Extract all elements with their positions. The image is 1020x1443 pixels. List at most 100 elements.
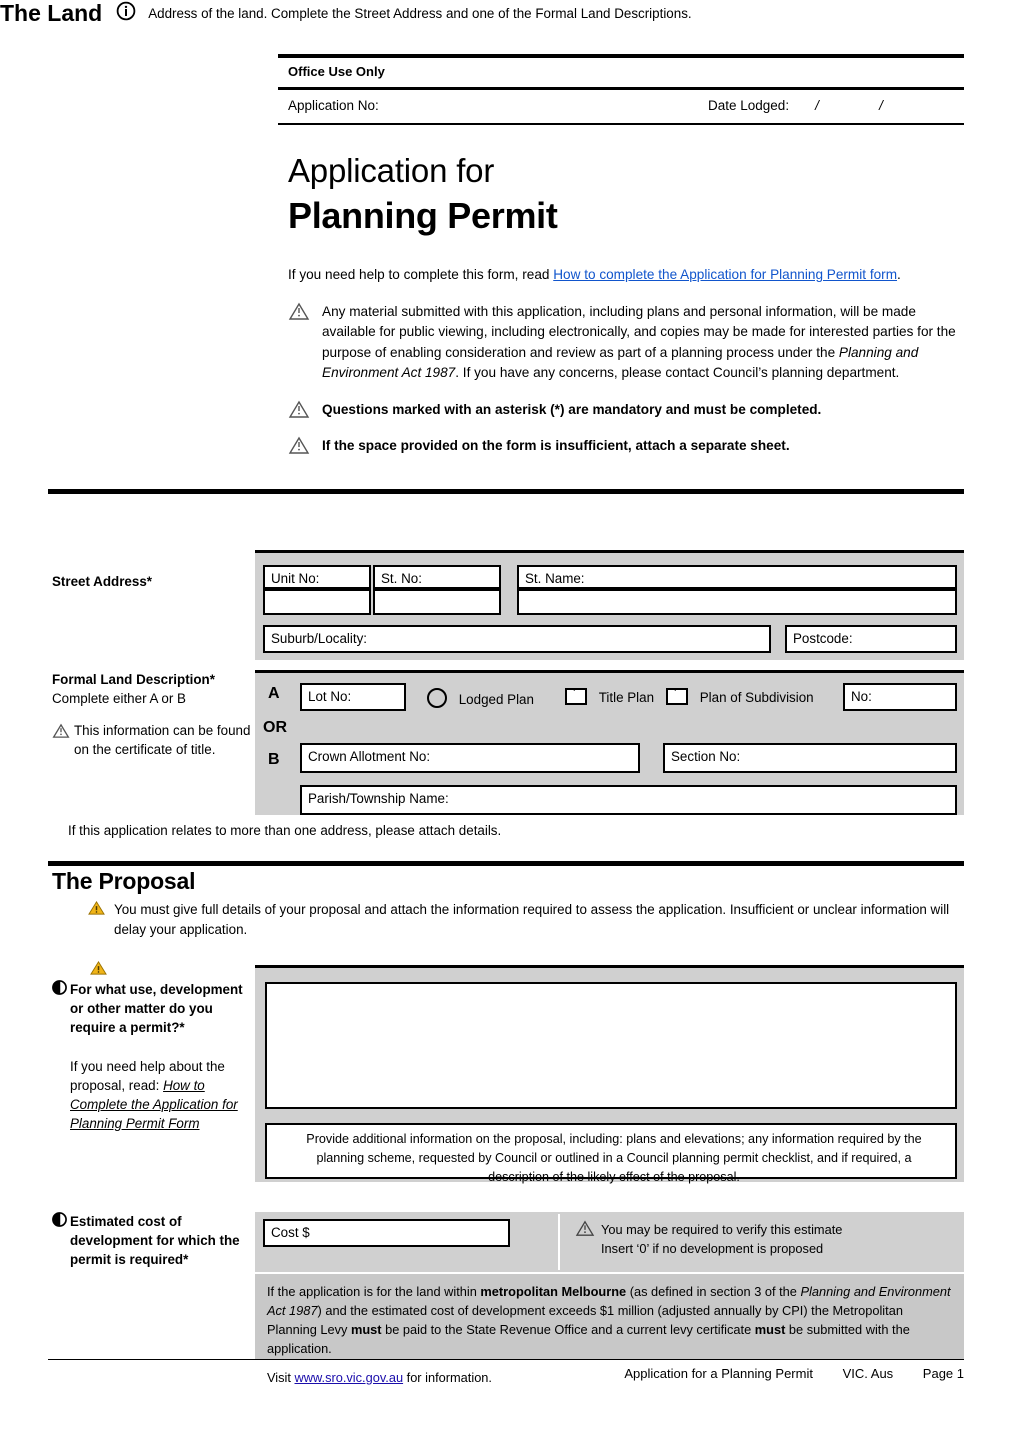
cost-q-line3: permit is required* bbox=[70, 1252, 189, 1267]
cost-q-line2: development for which the bbox=[70, 1233, 240, 1248]
formal-land-description-block: Formal Land Description* Complete either… bbox=[52, 670, 252, 759]
lodged-plan-label: Lodged Plan bbox=[458, 692, 534, 707]
levy-bold-must-1: must bbox=[350, 1322, 382, 1337]
question-use-development-label: For what use, development or other matte… bbox=[52, 980, 252, 1133]
proposal-warning-note: You must give full details of your propo… bbox=[88, 900, 958, 939]
help-suffix: . bbox=[897, 267, 901, 282]
cost-q-line1: Estimated cost of bbox=[70, 1214, 182, 1229]
title-plan-label: Title Plan bbox=[598, 690, 655, 705]
proposal-additional-info-text: Provide additional information on the pr… bbox=[306, 1132, 922, 1184]
note-mandatory-text: Questions marked with an asterisk (*) ar… bbox=[322, 401, 822, 417]
q1-line3: require a permit?* bbox=[70, 1020, 185, 1035]
info-circle-icon bbox=[116, 1, 136, 26]
formal-land-description-table: A OR B Lot No: Lodged Plan Title Plan Pl… bbox=[255, 670, 964, 815]
street-address-label: Street Address* bbox=[52, 574, 152, 589]
levy-a: If the application is for the land withi… bbox=[267, 1284, 481, 1299]
planning-permit-form-page: Office Use Only Application No: Date Lod… bbox=[0, 0, 1020, 1443]
parish-township-input[interactable]: Parish/Township Name: bbox=[300, 785, 957, 815]
question-use-row: For what use, development or other matte… bbox=[52, 980, 252, 1037]
cost-verify-note: You may be required to verify this estim… bbox=[575, 1220, 955, 1258]
divider-title bbox=[278, 123, 964, 125]
metropolitan-levy-band: If the application is for the land withi… bbox=[255, 1274, 964, 1385]
question-cost-row: Estimated cost of development for which … bbox=[52, 1212, 257, 1269]
title-line-2: Planning Permit bbox=[288, 195, 558, 236]
office-use-fields: Application No: Date Lodged: / / bbox=[278, 90, 964, 123]
warning-triangle-yellow-icon bbox=[90, 960, 107, 981]
more-than-one-address-note: If this application relates to more than… bbox=[68, 823, 502, 838]
section-heading-proposal: The Proposal bbox=[52, 868, 196, 894]
levy-b: (as defined in section 3 of the bbox=[626, 1284, 801, 1299]
plan-no-input[interactable]: No: bbox=[843, 683, 957, 711]
street-address-table: Unit No: St. No: St. Name: Suburb/Locali… bbox=[255, 550, 964, 660]
suburb-locality-input[interactable]: Suburb/Locality: bbox=[263, 625, 771, 653]
street-no-input[interactable] bbox=[373, 589, 501, 615]
date-lodged-label: Date Lodged: bbox=[708, 98, 790, 113]
title-plan-option[interactable]: Title Plan bbox=[565, 685, 655, 705]
footer-region: VIC. Aus bbox=[842, 1366, 894, 1381]
warning-triangle-yellow-icon bbox=[88, 900, 114, 939]
plan-of-subdivision-option[interactable]: Plan of Subdivision bbox=[666, 685, 814, 705]
q1-line2: or other matter do you bbox=[70, 1001, 213, 1016]
date-slash-2: / bbox=[879, 98, 883, 113]
warning-triangle-icon bbox=[575, 1220, 601, 1258]
question-use-help: If you need help about the proposal, rea… bbox=[52, 1057, 252, 1133]
cost-verify-line2: Insert ‘0’ if no development is proposed bbox=[601, 1241, 824, 1256]
checkbox-icon[interactable] bbox=[666, 685, 688, 705]
section-divider-proposal bbox=[48, 861, 964, 866]
option-a-marker: A bbox=[268, 685, 280, 702]
cost-table-vertical-divider bbox=[558, 1214, 560, 1270]
title-line-1: Application for bbox=[288, 152, 495, 189]
formal-land-description-note: This information can be found on the cer… bbox=[74, 723, 251, 757]
proposal-warning-text: You must give full details of your propo… bbox=[114, 902, 950, 937]
warning-triangle-icon bbox=[52, 721, 74, 759]
cost-input[interactable]: Cost $ bbox=[263, 1219, 510, 1247]
form-title: Application for Planning Permit bbox=[288, 150, 978, 239]
intro-block: If you need help to complete this form, … bbox=[288, 265, 968, 457]
section-divider-land bbox=[48, 489, 964, 494]
radio-circle-icon[interactable] bbox=[427, 688, 447, 708]
office-use-title: Office Use Only bbox=[288, 64, 385, 79]
date-slash-1: / bbox=[815, 98, 819, 113]
proposal-description-textarea[interactable] bbox=[265, 982, 957, 1109]
note-mandatory: Questions marked with an asterisk (*) ar… bbox=[288, 400, 968, 421]
levy-d: be paid to the State Revenue Office and … bbox=[381, 1322, 755, 1337]
footer-doc-title: Application for a Planning Permit bbox=[624, 1366, 813, 1381]
question-use-text: For what use, development or other matte… bbox=[70, 980, 243, 1037]
note-privacy-text: Any material submitted with this applica… bbox=[322, 302, 968, 384]
plan-of-subdivision-label: Plan of Subdivision bbox=[699, 690, 814, 705]
section-no-input[interactable]: Section No: bbox=[663, 743, 957, 773]
page-footer: Application for a Planning Permit VIC. A… bbox=[48, 1366, 964, 1381]
warning-triangle-icon bbox=[288, 302, 322, 321]
question-estimated-cost-label: Estimated cost of development for which … bbox=[52, 1212, 257, 1269]
help-prefix: If you need help to complete this form, … bbox=[288, 267, 554, 282]
footer-page-number: Page 1 bbox=[922, 1366, 964, 1381]
proposal-table: Provide additional information on the pr… bbox=[255, 965, 964, 1184]
note-separate-sheet: If the space provided on the form is ins… bbox=[288, 436, 968, 457]
lodged-plan-option[interactable]: Lodged Plan bbox=[427, 688, 534, 708]
how-to-complete-link[interactable]: How to complete the Application for Plan… bbox=[553, 267, 897, 282]
note-privacy: Any material submitted with this applica… bbox=[288, 302, 968, 384]
postcode-input[interactable]: Postcode: bbox=[785, 625, 957, 653]
checkbox-icon[interactable] bbox=[565, 685, 587, 705]
land-subtitle: Address of the land. Complete the Street… bbox=[148, 6, 692, 21]
levy-paragraph: If the application is for the land withi… bbox=[267, 1282, 952, 1358]
street-name-input[interactable] bbox=[517, 589, 957, 615]
warning-triangle-icon bbox=[288, 400, 322, 419]
half-circle-icon bbox=[52, 1212, 70, 1269]
cost-verify-line1: You may be required to verify this estim… bbox=[601, 1222, 843, 1237]
note-separate-sheet-text: If the space provided on the form is ins… bbox=[322, 438, 790, 453]
formal-land-description-sub: Complete either A or B bbox=[52, 691, 186, 706]
or-marker: OR bbox=[263, 719, 287, 736]
unit-no-input[interactable] bbox=[263, 589, 371, 615]
lot-no-input[interactable]: Lot No: bbox=[300, 683, 406, 711]
levy-bold-must-2: must bbox=[754, 1322, 786, 1337]
proposal-additional-info-box: Provide additional information on the pr… bbox=[265, 1123, 957, 1184]
help-line: If you need help to complete this form, … bbox=[288, 265, 968, 286]
footer-divider bbox=[48, 1359, 964, 1360]
warning-triangle-icon bbox=[288, 436, 322, 455]
land-heading-text: The Land bbox=[0, 0, 103, 26]
crown-allotment-input[interactable]: Crown Allotment No: bbox=[300, 743, 640, 773]
option-b-marker: B bbox=[268, 751, 280, 768]
street-no-label: St. No: bbox=[373, 565, 501, 589]
application-no-label: Application No: bbox=[288, 98, 379, 113]
